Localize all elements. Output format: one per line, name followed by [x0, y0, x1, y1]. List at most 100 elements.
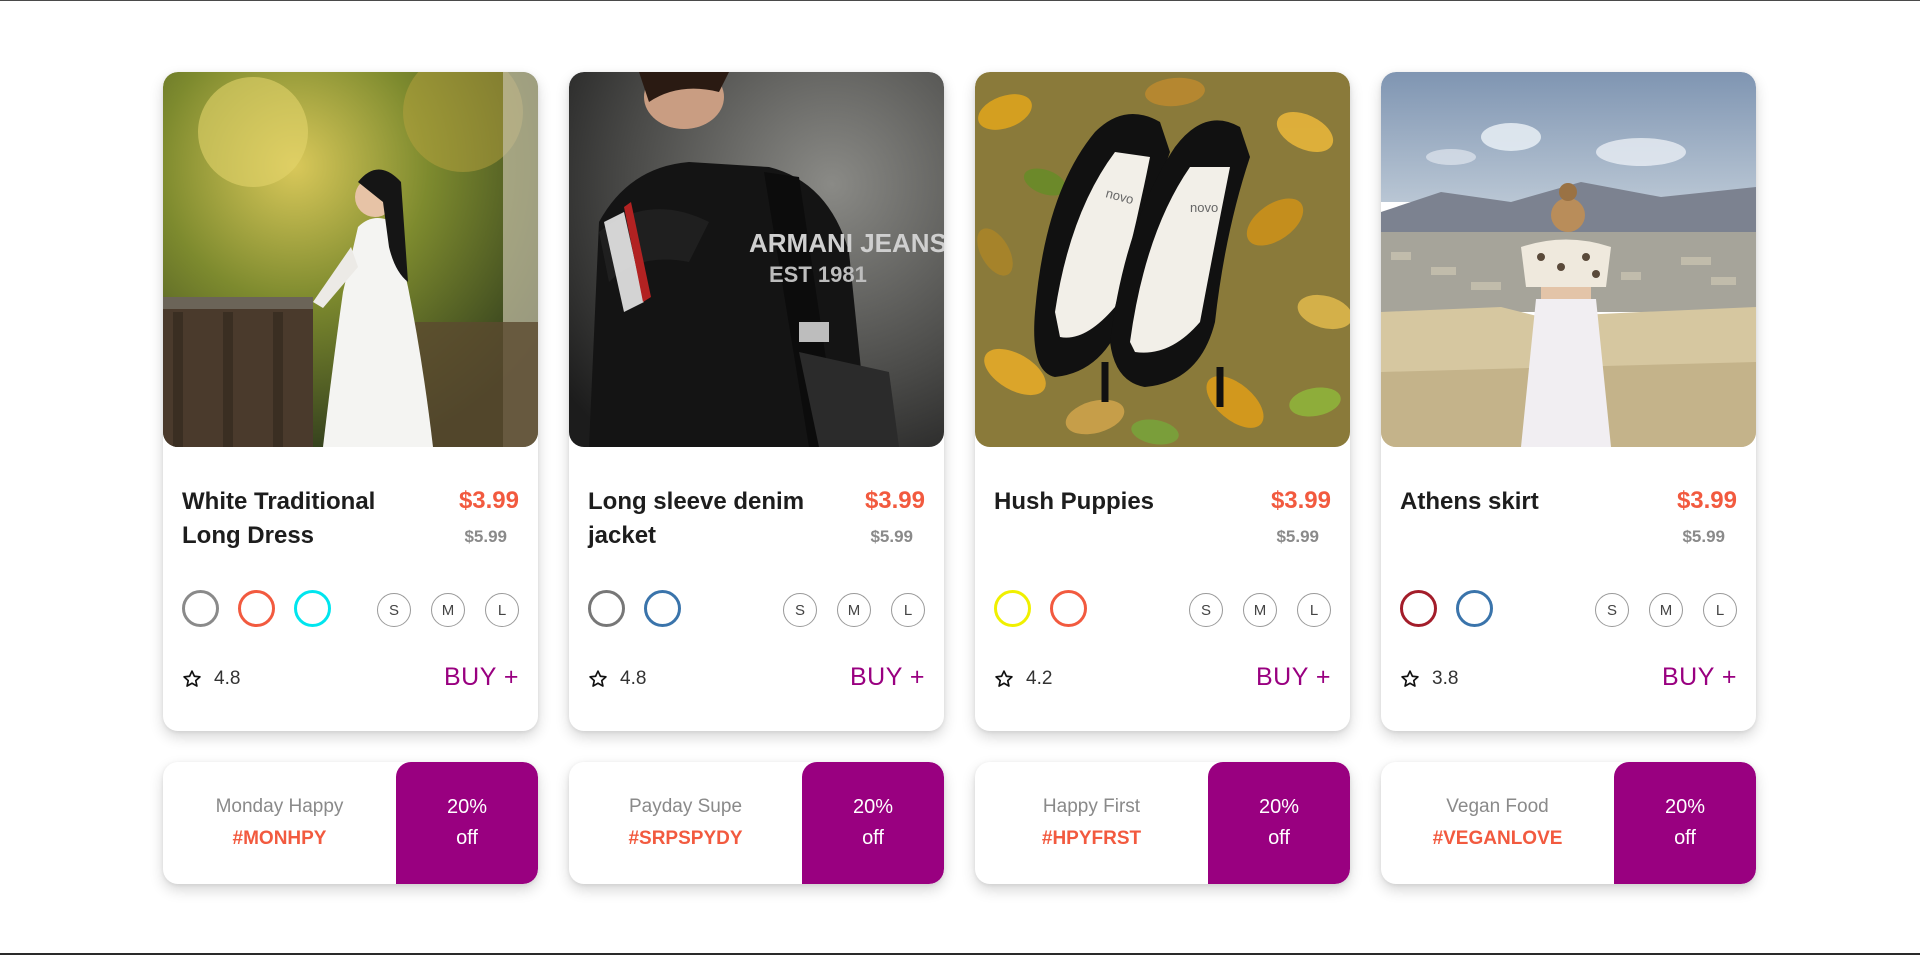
size-s-button[interactable]: S — [1189, 593, 1223, 627]
rating-value: 4.8 — [214, 668, 241, 689]
star-icon — [995, 670, 1013, 687]
coupon-code[interactable]: #HPYFRST — [1042, 828, 1141, 850]
rating-value: 4.2 — [1026, 668, 1053, 689]
size-options: S M L — [1595, 593, 1737, 627]
product-image[interactable]: novo novo — [975, 72, 1350, 447]
coupon-code[interactable]: #VEGANLOVE — [1433, 828, 1563, 850]
product-column: ARMANI JEANS EST 1981 Long sleeve denim … — [569, 72, 944, 884]
color-swatch-orange[interactable] — [238, 590, 275, 627]
coupon-card[interactable]: Vegan Food #VEGANLOVE 20% off — [1381, 762, 1756, 884]
current-price: $3.99 — [1270, 487, 1331, 514]
star-icon — [183, 670, 201, 687]
star-icon — [589, 670, 607, 687]
top-divider — [0, 0, 1920, 1]
product-card[interactable]: novo novo Hush Puppies $3.99 $5.99 S M L… — [975, 72, 1350, 731]
color-swatch-gray[interactable] — [182, 590, 219, 627]
buy-button[interactable]: BUY + — [1662, 663, 1737, 692]
coupon-title: Happy First — [1042, 796, 1141, 817]
coupon-discount-button[interactable]: 20% off — [396, 762, 538, 884]
size-m-button[interactable]: M — [837, 593, 871, 627]
size-options: S M L — [783, 593, 925, 627]
color-swatch-yellow[interactable] — [994, 590, 1031, 627]
product-card[interactable]: White Traditional Long Dress $3.99 $5.99… — [163, 72, 538, 731]
coupon-card[interactable]: Payday Supe #SRPSPYDY 20% off — [569, 762, 944, 884]
size-l-button[interactable]: L — [891, 593, 925, 627]
product-info: White Traditional Long Dress $3.99 $5.99 — [182, 485, 519, 565]
size-l-button[interactable]: L — [1703, 593, 1737, 627]
rating: 4.8 — [182, 668, 240, 690]
rating: 4.8 — [588, 668, 646, 690]
discount-percent: 20% — [852, 796, 894, 818]
discount-off-label: off — [456, 827, 478, 849]
discount-off-label: off — [1674, 827, 1696, 849]
color-options — [1400, 590, 1493, 627]
product-name[interactable]: Long sleeve denim jacket — [588, 485, 818, 553]
product-name[interactable]: White Traditional Long Dress — [182, 485, 412, 553]
rating: 3.8 — [1400, 668, 1458, 690]
discount-off-label: off — [862, 827, 884, 849]
size-s-button[interactable]: S — [783, 593, 817, 627]
coupon-title: Monday Happy — [215, 796, 344, 817]
coupon-card[interactable]: Happy First #HPYFRST 20% off — [975, 762, 1350, 884]
product-card[interactable]: Athens skirt $3.99 $5.99 S M L 3.8 BUY + — [1381, 72, 1756, 731]
current-price: $3.99 — [864, 487, 925, 514]
coupon-code[interactable]: #SRPSPYDY — [628, 828, 742, 850]
buy-button[interactable]: BUY + — [850, 663, 925, 692]
product-image[interactable] — [163, 72, 538, 447]
size-s-button[interactable]: S — [377, 593, 411, 627]
coupon-details: Payday Supe #SRPSPYDY — [569, 762, 802, 884]
size-m-button[interactable]: M — [1649, 593, 1683, 627]
product-info: Athens skirt $3.99 $5.99 — [1400, 485, 1737, 565]
product-column: novo novo Hush Puppies $3.99 $5.99 S M L… — [975, 72, 1350, 884]
coupon-title: Payday Supe — [628, 796, 743, 817]
coupon-details: Happy First #HPYFRST — [975, 762, 1208, 884]
color-swatch-cyan[interactable] — [294, 590, 331, 627]
color-swatch-gray[interactable] — [588, 590, 625, 627]
size-l-button[interactable]: L — [1297, 593, 1331, 627]
color-options — [994, 590, 1087, 627]
coupon-card[interactable]: Monday Happy #MONHPY 20% off — [163, 762, 538, 884]
rating: 4.2 — [994, 668, 1052, 690]
discount-percent: 20% — [1258, 796, 1300, 818]
star-icon — [1401, 670, 1419, 687]
black-heels-leaves-photo: novo novo — [975, 72, 1350, 447]
size-l-button[interactable]: L — [485, 593, 519, 627]
woman-athens-view-photo — [1381, 72, 1756, 447]
product-info: Hush Puppies $3.99 $5.99 — [994, 485, 1331, 565]
product-card[interactable]: ARMANI JEANS EST 1981 Long sleeve denim … — [569, 72, 944, 731]
product-name[interactable]: Athens skirt — [1400, 485, 1630, 519]
product-column: White Traditional Long Dress $3.99 $5.99… — [163, 72, 538, 884]
current-price: $3.99 — [458, 487, 519, 514]
color-swatch-red[interactable] — [1400, 590, 1437, 627]
svg-text:ARMANI JEANS: ARMANI JEANS — [749, 228, 944, 258]
svg-text:novo: novo — [1190, 200, 1218, 215]
woman-white-dress-photo — [163, 72, 538, 447]
discount-percent: 20% — [1664, 796, 1706, 818]
coupon-discount-button[interactable]: 20% off — [1614, 762, 1756, 884]
color-swatch-blue[interactable] — [1456, 590, 1493, 627]
rating-value: 4.8 — [620, 668, 647, 689]
color-options — [588, 590, 681, 627]
buy-button[interactable]: BUY + — [1256, 663, 1331, 692]
product-grid: White Traditional Long Dress $3.99 $5.99… — [163, 72, 1758, 884]
product-image[interactable]: ARMANI JEANS EST 1981 — [569, 72, 944, 447]
color-swatch-blue[interactable] — [644, 590, 681, 627]
discount-off-label: off — [1268, 827, 1290, 849]
size-m-button[interactable]: M — [431, 593, 465, 627]
coupon-discount-button[interactable]: 20% off — [802, 762, 944, 884]
size-options: S M L — [1189, 593, 1331, 627]
color-swatch-orange[interactable] — [1050, 590, 1087, 627]
size-m-button[interactable]: M — [1243, 593, 1277, 627]
color-options — [182, 590, 331, 627]
man-leather-jacket-photo: ARMANI JEANS EST 1981 — [569, 72, 944, 447]
buy-button[interactable]: BUY + — [444, 663, 519, 692]
coupon-code[interactable]: #MONHPY — [233, 828, 327, 850]
product-image[interactable] — [1381, 72, 1756, 447]
coupon-details: Monday Happy #MONHPY — [163, 762, 396, 884]
product-column: Athens skirt $3.99 $5.99 S M L 3.8 BUY +… — [1381, 72, 1756, 884]
product-name[interactable]: Hush Puppies — [994, 485, 1224, 519]
old-price: $5.99 — [464, 527, 507, 546]
old-price: $5.99 — [870, 527, 913, 546]
size-s-button[interactable]: S — [1595, 593, 1629, 627]
coupon-discount-button[interactable]: 20% off — [1208, 762, 1350, 884]
